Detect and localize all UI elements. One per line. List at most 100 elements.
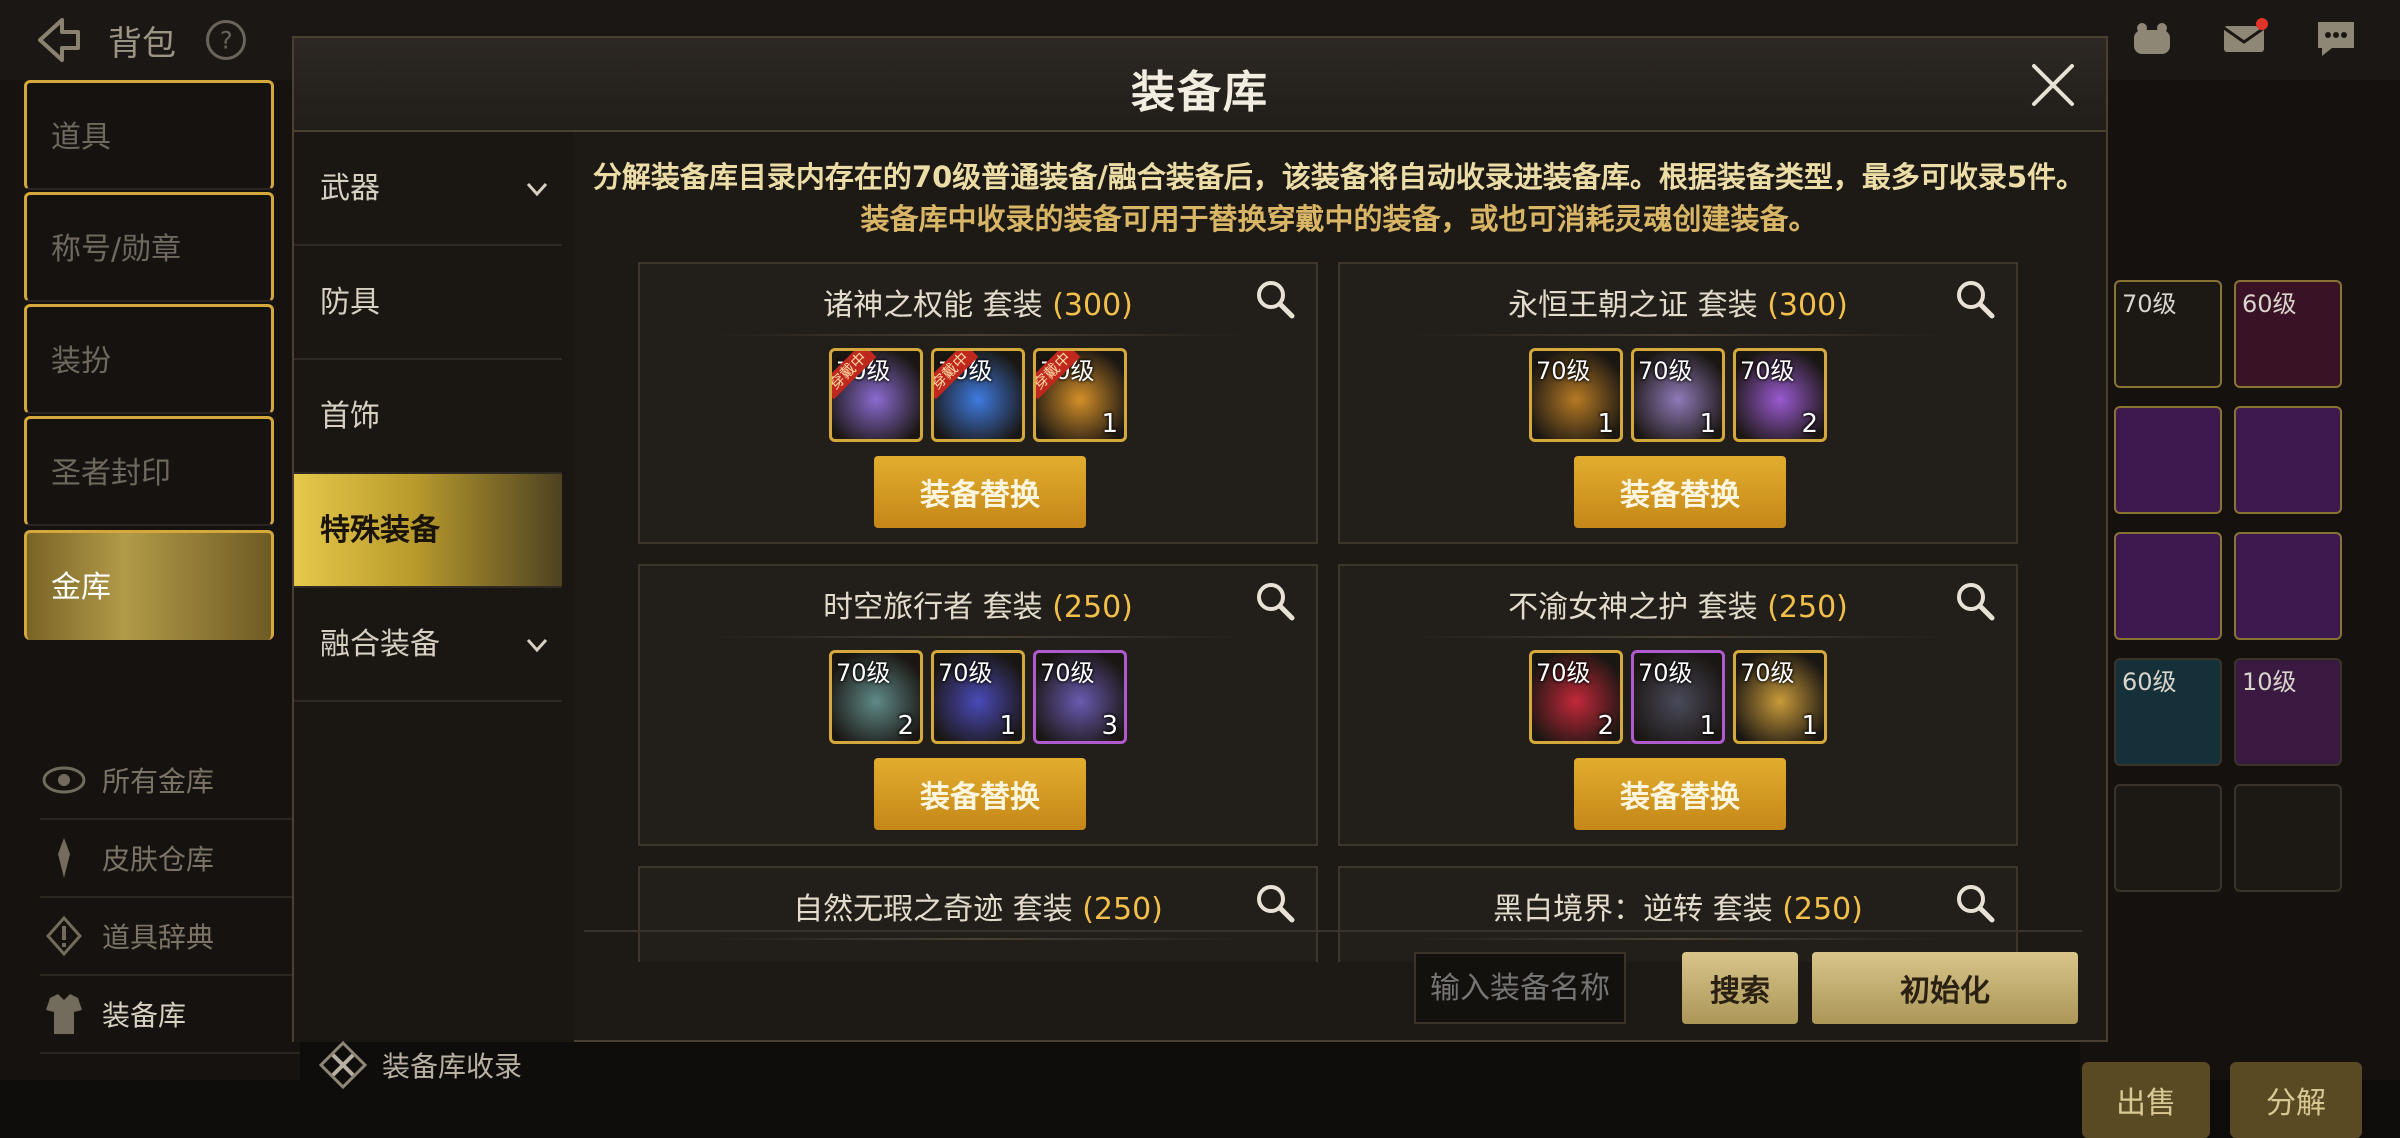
swap-equipment-button[interactable]: 装备替换 bbox=[1574, 758, 1786, 830]
equipment-slot[interactable]: 70级 穿戴中 bbox=[931, 348, 1025, 442]
bag-title: 背包 bbox=[108, 24, 176, 64]
set-title: 不渝女神之护 bbox=[1508, 590, 1689, 625]
inventory-slot[interactable] bbox=[2234, 406, 2342, 514]
nav-item-dictionary[interactable]: 道具辞典 bbox=[40, 898, 300, 976]
category-armor[interactable]: 防具 bbox=[294, 246, 562, 360]
equipment-slot[interactable]: 70级 2 bbox=[1529, 650, 1623, 744]
nav-item-props[interactable]: 道具 bbox=[24, 80, 274, 190]
notice-line-2: 装备库中收录的装备可用于替换穿戴中的装备，或也可消耗灵魂创建装备。 bbox=[860, 202, 1818, 236]
inventory-slot[interactable]: 60级 bbox=[2234, 280, 2342, 388]
inventory-slot[interactable]: 60级 bbox=[2114, 658, 2222, 766]
close-icon[interactable] bbox=[2028, 60, 2078, 110]
item-count: 1 bbox=[1699, 409, 1716, 439]
item-level: 70级 bbox=[1040, 659, 1095, 687]
category-accessory-label: 首饰 bbox=[320, 399, 380, 434]
inventory-slot[interactable] bbox=[2114, 532, 2222, 640]
equipment-slot[interactable]: 70级 1 穿戴中 bbox=[1033, 348, 1127, 442]
category-armor-label: 防具 bbox=[320, 285, 380, 320]
disassemble-button[interactable]: 分解 bbox=[2230, 1062, 2362, 1138]
set-suffix: 套装 bbox=[1697, 288, 1758, 323]
set-suffix: 套装 bbox=[982, 288, 1043, 323]
category-fusion[interactable]: 融合装备 bbox=[294, 588, 562, 702]
collect-button[interactable]: 装备库收录 bbox=[318, 1040, 522, 1090]
equipment-slot[interactable]: 70级 1 bbox=[1631, 650, 1725, 744]
nav-item-seals[interactable]: 圣者封印 bbox=[24, 416, 274, 526]
notice-line-1: 分解装备库目录内存在的70级普通装备/融合装备后，该装备将自动收录进装备库。根据… bbox=[592, 160, 2086, 194]
equipment-slot[interactable]: 70级 1 bbox=[1733, 650, 1827, 744]
category-weapon[interactable]: 武器 bbox=[294, 132, 562, 246]
inventory-slot[interactable]: 70级 bbox=[2114, 280, 2222, 388]
set-card: 不渝女神之护 套装 (250) 70级 2 70级 1 70级 1 装备替换 bbox=[1338, 564, 2018, 846]
category-sidebar: 武器 防具 首饰 特殊装备 融合装备 装备库收录 bbox=[294, 132, 574, 1090]
mail-icon[interactable] bbox=[2220, 14, 2268, 62]
back-arrow-icon[interactable] bbox=[32, 14, 84, 66]
nav-skin-storage[interactable]: 皮肤仓库 bbox=[40, 820, 300, 898]
inventory-slot[interactable] bbox=[2234, 784, 2342, 892]
sell-button[interactable]: 出售 bbox=[2082, 1062, 2210, 1138]
chevron-down-icon bbox=[526, 638, 548, 653]
book-icon bbox=[45, 915, 83, 957]
divider bbox=[1410, 334, 1946, 336]
nav-item-outfits[interactable]: 装扮 bbox=[24, 304, 274, 414]
equipment-slot[interactable]: 70级 1 bbox=[1529, 348, 1623, 442]
set-suffix: 套装 bbox=[1697, 590, 1758, 625]
search-button[interactable]: 搜索 bbox=[1682, 952, 1798, 1024]
set-suffix: 套装 bbox=[982, 590, 1043, 625]
search-icon[interactable] bbox=[1254, 882, 1296, 924]
inventory-slot[interactable] bbox=[2114, 784, 2222, 892]
item-level: 70级 bbox=[1638, 659, 1693, 687]
search-icon[interactable] bbox=[1254, 278, 1296, 320]
equipment-slot[interactable]: 70级 1 bbox=[931, 650, 1025, 744]
collect-label: 装备库收录 bbox=[382, 1050, 523, 1083]
equipment-library-modal: 装备库 武器 防具 首饰 特殊装备 融合装备 装备库收录 分解装备库目录内存在的… bbox=[292, 36, 2108, 1090]
set-title: 自然无瑕之奇迹 bbox=[793, 892, 1004, 927]
set-card: 诸神之权能 套装 (300) 70级 穿戴中 70级 穿戴中 70级 1 穿戴中 装备替换 bbox=[638, 262, 1318, 544]
search-input[interactable] bbox=[1414, 952, 1626, 1024]
set-name: 自然无瑕之奇迹 套装 (250) bbox=[640, 884, 1316, 928]
item-level: 70级 bbox=[1740, 357, 1795, 385]
search-icon[interactable] bbox=[1954, 278, 1996, 320]
set-points: (250) bbox=[1082, 892, 1163, 927]
inventory-grid: 70级 60级 60级 10级 出售 分解 bbox=[2080, 80, 2400, 1138]
nav-equipment-library-label: 装备库 bbox=[102, 999, 187, 1032]
nav-all-vaults-label: 所有金库 bbox=[102, 765, 215, 798]
divider bbox=[710, 334, 1246, 336]
inventory-slot[interactable]: 10级 bbox=[2234, 658, 2342, 766]
set-card: 时空旅行者 套装 (250) 70级 2 70级 1 70级 3 装备替换 bbox=[638, 564, 1318, 846]
nav-item-vault[interactable]: 金库 bbox=[24, 530, 274, 640]
swap-equipment-button[interactable]: 装备替换 bbox=[874, 758, 1086, 830]
search-icon[interactable] bbox=[1254, 580, 1296, 622]
nav-equipment-library[interactable]: 装备库 bbox=[40, 976, 300, 1054]
set-name: 永恒王朝之证 套装 (300) bbox=[1340, 280, 2016, 324]
equipment-slot[interactable]: 70级 3 bbox=[1033, 650, 1127, 744]
equipment-items: 70级 1 70级 1 70级 2 bbox=[1340, 348, 2016, 442]
set-points: (300) bbox=[1052, 288, 1133, 323]
nav-skin-storage-label: 皮肤仓库 bbox=[102, 843, 215, 876]
set-name: 不渝女神之护 套装 (250) bbox=[1340, 582, 2016, 626]
reset-button[interactable]: 初始化 bbox=[1812, 952, 2078, 1024]
divider bbox=[710, 636, 1246, 638]
chat-icon[interactable] bbox=[2312, 14, 2360, 62]
item-count: 1 bbox=[1597, 409, 1614, 439]
search-icon[interactable] bbox=[1954, 580, 1996, 622]
item-level: 70级 bbox=[1536, 357, 1591, 385]
search-icon[interactable] bbox=[1954, 882, 1996, 924]
swap-equipment-button[interactable]: 装备替换 bbox=[1574, 456, 1786, 528]
swap-equipment-button[interactable]: 装备替换 bbox=[874, 456, 1086, 528]
inventory-slot[interactable] bbox=[2234, 532, 2342, 640]
equipment-slot[interactable]: 70级 2 bbox=[829, 650, 923, 744]
equipment-slot[interactable]: 70级 1 bbox=[1631, 348, 1725, 442]
equipment-slot[interactable]: 70级 穿戴中 bbox=[829, 348, 923, 442]
category-accessory[interactable]: 首饰 bbox=[294, 360, 562, 474]
inventory-slot[interactable] bbox=[2114, 406, 2222, 514]
set-card: 永恒王朝之证 套装 (300) 70级 1 70级 1 70级 2 装备替换 bbox=[1338, 262, 2018, 544]
category-special[interactable]: 特殊装备 bbox=[294, 474, 562, 588]
nav-all-vaults[interactable]: 所有金库 bbox=[40, 742, 300, 820]
equipment-slot[interactable]: 70级 2 bbox=[1733, 348, 1827, 442]
set-name: 黑白境界：逆转 套装 (250) bbox=[1340, 884, 2016, 928]
nav-item-titles[interactable]: 称号/勋章 bbox=[24, 192, 274, 302]
divider bbox=[584, 930, 2082, 932]
help-icon[interactable]: ? bbox=[197, 11, 255, 69]
equipment-items: 70级 穿戴中 70级 穿戴中 70级 1 穿戴中 bbox=[640, 348, 1316, 442]
chest-icon[interactable] bbox=[2128, 14, 2176, 62]
